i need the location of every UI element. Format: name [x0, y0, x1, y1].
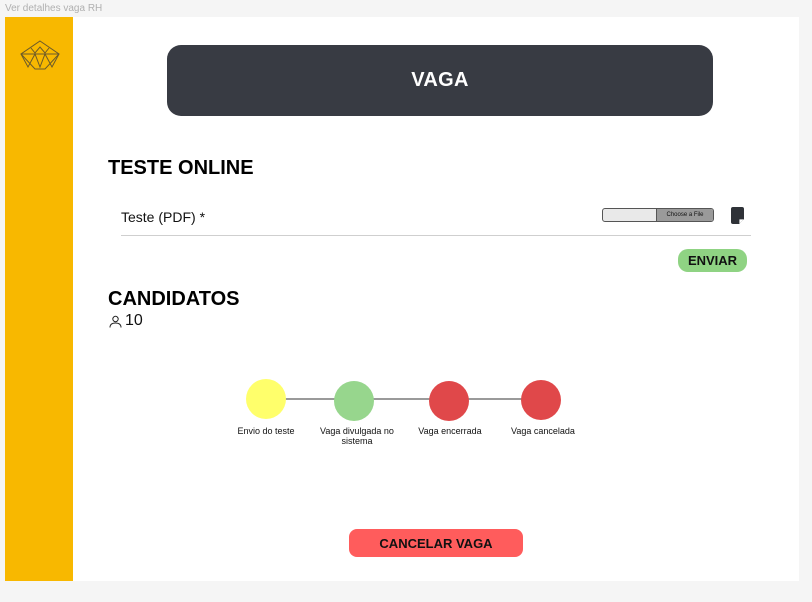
status-timeline: Envio do teste Vaga divulgada no sistema… [5, 17, 799, 581]
timeline-step-encerrada-label: Vaga encerrada [418, 426, 482, 436]
cancel-vaga-button[interactable]: CANCELAR VAGA [349, 529, 523, 557]
timeline-step-divulgada-circle[interactable] [334, 381, 374, 421]
frame-title: Ver detalhes vaga RH [5, 3, 103, 14]
page-frame: VAGA TESTE ONLINE Teste (PDF) * Choose a… [5, 17, 799, 581]
timeline-step-encerrada-circle[interactable] [429, 381, 469, 421]
timeline-step-cancelada-circle[interactable] [521, 380, 561, 420]
timeline-step-divulgada-label: Vaga divulgada no sistema [320, 426, 394, 446]
timeline-step-cancelada-label: Vaga cancelada [511, 426, 575, 436]
timeline-step-envio-label: Envio do teste [237, 426, 295, 436]
timeline-step-envio-circle[interactable] [246, 379, 286, 419]
